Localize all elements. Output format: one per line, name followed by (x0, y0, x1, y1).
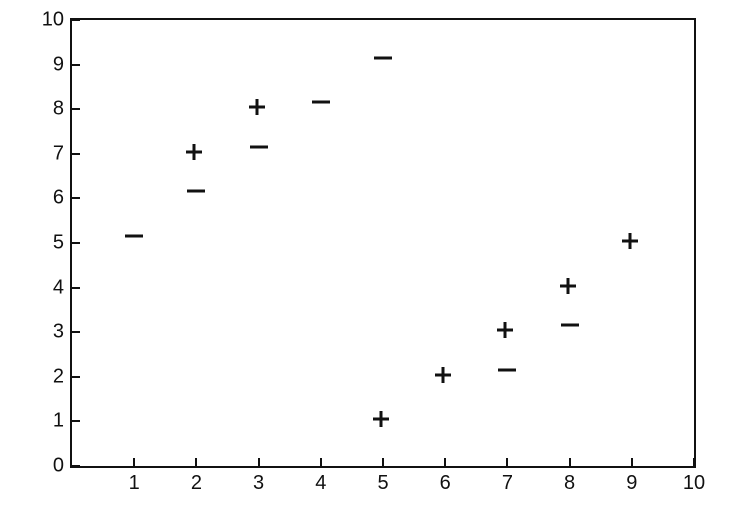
plus-marker-icon (621, 232, 643, 254)
x-tick-label: 5 (377, 472, 388, 495)
plus-marker-icon (434, 366, 456, 388)
plus-marker-icon (185, 143, 207, 165)
plus-marker-icon (248, 98, 270, 120)
x-tick-mark (258, 458, 260, 468)
x-tick-mark (631, 458, 633, 468)
minus-marker-icon (185, 187, 207, 209)
x-tick-mark (693, 458, 695, 468)
plot-area: 12345678910012345678910 (70, 18, 696, 468)
plus-marker-icon (559, 277, 581, 299)
y-tick-mark (70, 376, 80, 378)
y-tick-label: 5 (40, 232, 64, 255)
y-tick-label: 3 (40, 321, 64, 344)
x-tick-label: 8 (564, 472, 575, 495)
y-tick-mark (70, 153, 80, 155)
minus-marker-icon (496, 366, 518, 388)
x-tick-label: 7 (502, 472, 513, 495)
y-tick-mark (70, 331, 80, 333)
y-tick-mark (70, 465, 80, 467)
y-tick-mark (70, 19, 80, 21)
scatter-chart: 1 2 3 4 5 6 7 8 9 10 0 1 2 3 4 5 6 7 8 9 10 (0, 0, 746, 508)
y-tick-label: 6 (40, 187, 64, 210)
minus-marker-icon (559, 321, 581, 343)
y-tick-mark (70, 242, 80, 244)
x-tick-mark (506, 458, 508, 468)
x-tick-mark (320, 458, 322, 468)
y-tick-mark (70, 420, 80, 422)
y-tick-label: 9 (40, 53, 64, 76)
minus-marker-icon (123, 232, 145, 254)
y-tick-label: 2 (40, 365, 64, 388)
x-tick-mark (195, 458, 197, 468)
x-tick-label: 4 (315, 472, 326, 495)
y-tick-mark (70, 64, 80, 66)
plus-marker-icon (372, 410, 394, 432)
x-tick-label: 10 (683, 472, 705, 495)
minus-marker-icon (372, 54, 394, 76)
minus-marker-icon (248, 143, 270, 165)
x-tick-label: 6 (440, 472, 451, 495)
plus-marker-icon (496, 321, 518, 343)
y-tick-label: 4 (40, 276, 64, 299)
x-tick-mark (569, 458, 571, 468)
x-tick-label: 9 (626, 472, 637, 495)
y-tick-mark (70, 287, 80, 289)
y-tick-label: 8 (40, 98, 64, 121)
y-tick-mark (70, 197, 80, 199)
y-tick-label: 0 (40, 455, 64, 478)
minus-marker-icon (310, 98, 332, 120)
x-tick-label: 1 (129, 472, 140, 495)
x-tick-mark (382, 458, 384, 468)
x-tick-mark (133, 458, 135, 468)
y-tick-label: 7 (40, 142, 64, 165)
y-tick-label: 1 (40, 410, 64, 433)
x-tick-label: 3 (253, 472, 264, 495)
y-tick-label: 10 (40, 9, 64, 32)
x-tick-mark (444, 458, 446, 468)
y-tick-mark (70, 108, 80, 110)
x-tick-label: 2 (191, 472, 202, 495)
